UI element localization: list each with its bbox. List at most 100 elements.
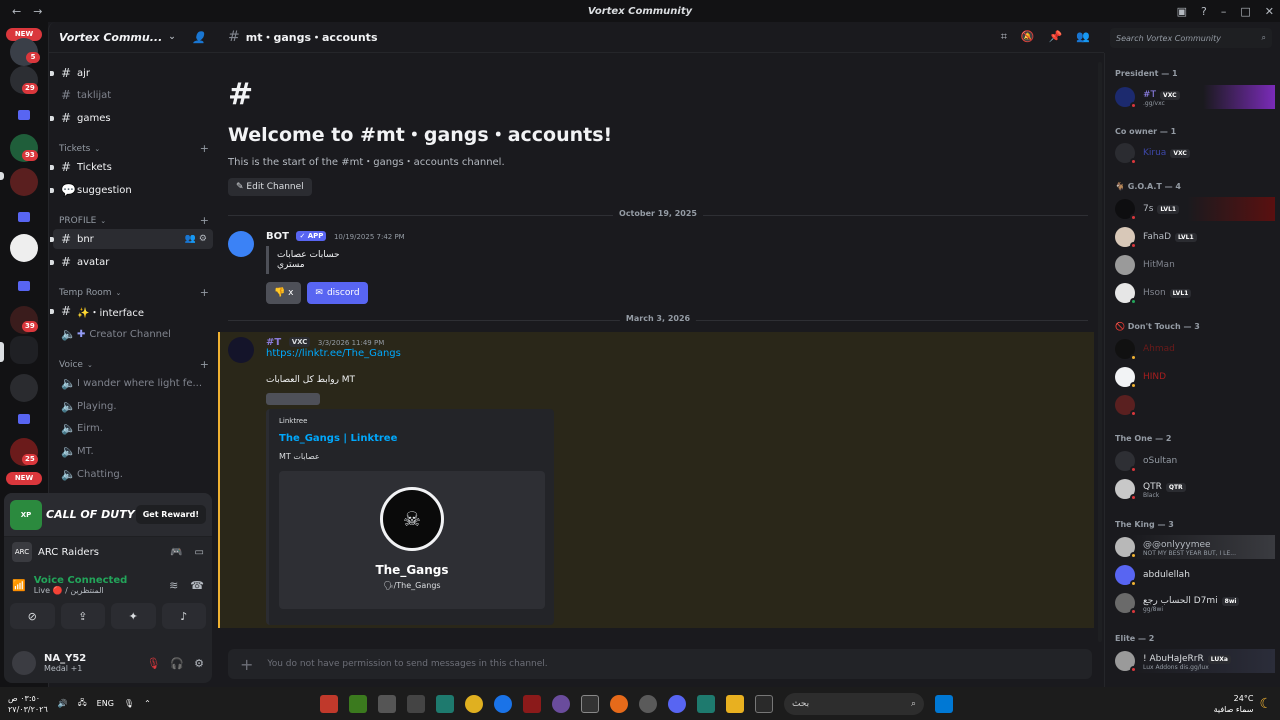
server-header[interactable]: Vortex Commu... ⌄ 👤 [49, 22, 216, 53]
invite-icon[interactable]: 👤 [192, 31, 206, 44]
minimize-icon[interactable]: – [1221, 5, 1227, 18]
member-item[interactable]: oSultan [1115, 449, 1275, 473]
noise-suppression-icon[interactable]: ≋ [169, 579, 178, 592]
channel-interface[interactable]: # ✨・interface [50, 301, 213, 321]
maximize-icon[interactable]: □ [1240, 5, 1250, 18]
mute-bell-icon[interactable]: 🔕 [1021, 30, 1035, 44]
member-item[interactable]: الحساب رجع D7mi 8wi gg/8wi [1115, 591, 1275, 615]
file-explorer-icon[interactable] [726, 694, 744, 713]
close-icon[interactable]: ✕ [1265, 5, 1274, 18]
camera-off-button[interactable]: ⊘ [10, 603, 55, 629]
app-icon[interactable] [581, 694, 599, 713]
mic-muted-icon[interactable]: 🎙 [146, 657, 160, 670]
member-item[interactable]: QTR QTR Black [1115, 477, 1275, 501]
windows-start-icon[interactable] [935, 694, 953, 713]
member-item[interactable]: #T VXC .gg/vxc [1115, 85, 1275, 109]
avatar[interactable] [228, 337, 254, 363]
app-icon[interactable] [320, 694, 338, 713]
add-attachment-icon[interactable]: + [240, 655, 253, 674]
category-tickets[interactable]: Tickets ⌄ + [59, 142, 209, 155]
member-item[interactable]: Ahmad [1115, 337, 1275, 361]
category-voice[interactable]: Voice ⌄ + [59, 358, 209, 371]
disconnect-icon[interactable]: ☎ [190, 579, 204, 592]
member-item[interactable]: abdulellah [1115, 563, 1275, 587]
members-icon[interactable]: 👥 [1076, 30, 1090, 44]
message-composer[interactable]: + You do not have permission to send mes… [228, 649, 1092, 679]
scrollbar[interactable] [1098, 62, 1102, 642]
controller-icon[interactable]: 🎮 [170, 547, 182, 558]
spoiler-block[interactable] [266, 393, 320, 405]
arrow-left-icon[interactable]: ← [12, 5, 21, 18]
member-item[interactable]: HIND [1115, 365, 1275, 389]
language-indicator[interactable]: ENG [97, 699, 114, 708]
settings-gear-icon[interactable]: 👥 ⚙ [185, 234, 207, 244]
category-temp-room[interactable]: Temp Room ⌄ + [59, 286, 209, 299]
member-item[interactable]: ! AbuHaJeRrR LUXa Lux Addons dis.gg/lux [1115, 649, 1275, 673]
gear-icon[interactable]: ⚙ [194, 657, 204, 670]
member-item[interactable]: FahaD LVL1 [1115, 225, 1275, 249]
member-item[interactable] [1115, 393, 1275, 417]
folder-icon[interactable] [18, 281, 30, 291]
threads-icon[interactable]: ⌗ [1001, 30, 1007, 44]
headphones-icon[interactable]: 🎧 [170, 657, 184, 670]
embed-title[interactable]: The_Gangs | Linktree [279, 433, 544, 444]
app-icon[interactable] [465, 694, 483, 713]
edit-channel-button[interactable]: ✎ Edit Channel [228, 178, 312, 196]
voice-channel-wander[interactable]: 🔈 I wander where light fe... [53, 373, 213, 393]
app-icon[interactable] [639, 694, 657, 713]
channel-taklijat[interactable]: # taklijat [53, 85, 213, 105]
voice-channel-eirm[interactable]: 🔈 Eirm. [53, 418, 213, 438]
app-icon[interactable] [552, 694, 570, 713]
soundboard-button[interactable]: ♪ [161, 603, 206, 629]
add-channel-icon[interactable]: + [200, 286, 209, 299]
folder-icon[interactable] [18, 212, 30, 222]
activities-button[interactable]: ✦ [111, 603, 156, 629]
member-item[interactable]: Kirua VXC [1115, 141, 1275, 165]
get-reward-button[interactable]: Get Reward! [135, 505, 206, 524]
voice-channel-chatting[interactable]: 🔈 Chatting. [53, 464, 213, 484]
inbox-icon[interactable]: ▣ [1177, 5, 1187, 18]
activity-row[interactable]: ARC ARC Raiders 🎮 ▭ [4, 537, 212, 567]
server-icon[interactable] [10, 168, 38, 196]
app-icon[interactable] [697, 694, 715, 713]
message-author[interactable]: BOT [266, 231, 289, 242]
screen-share-button[interactable]: ⇪ [60, 603, 105, 629]
server-icon[interactable] [10, 374, 38, 402]
message-author[interactable]: #T [266, 337, 281, 348]
voice-connected-label[interactable]: Voice Connected [34, 575, 128, 586]
channel-tickets[interactable]: # Tickets [50, 157, 213, 177]
network-icon[interactable]: 🖧 [78, 697, 87, 711]
adobe-icon[interactable] [523, 694, 541, 713]
channel-creator[interactable]: 🔈 ✚ Creator Channel [53, 324, 213, 344]
x-button[interactable]: 👎 x [266, 282, 302, 304]
discord-icon[interactable] [668, 694, 686, 713]
search-input[interactable]: Search Vortex Community ⌕ [1110, 28, 1272, 48]
channel-ajr[interactable]: # ajr [50, 63, 213, 83]
folder-icon[interactable] [18, 110, 30, 120]
volume-icon[interactable]: 🔊 [58, 699, 68, 708]
add-channel-icon[interactable]: + [200, 142, 209, 155]
chrome-icon[interactable] [494, 694, 512, 713]
clock-time[interactable]: ٠٣:٥٠ ص [8, 693, 48, 704]
category-profile[interactable]: PROFILE ⌄ + [59, 214, 209, 227]
username[interactable]: NA_Y52 [44, 653, 86, 664]
member-item[interactable]: @@onlyyymee NOT MY BEST YEAR BUT, I LE... [1115, 535, 1275, 559]
add-channel-icon[interactable]: + [200, 358, 209, 371]
add-channel-icon[interactable]: + [200, 214, 209, 227]
embed-image[interactable]: ☠ The_Gangs 🗣/The_Gangs [279, 471, 545, 609]
message-link[interactable]: https://linktr.ee/The_Gangs [266, 348, 828, 359]
arrow-right-icon[interactable]: → [33, 5, 42, 18]
taskbar-search[interactable]: بحث ⌕ [784, 692, 924, 715]
firefox-icon[interactable] [610, 694, 628, 713]
app-icon[interactable] [436, 694, 454, 713]
chevron-up-icon[interactable]: ⌃ [144, 699, 151, 708]
folder-icon[interactable] [18, 414, 30, 424]
server-icon-active[interactable] [10, 336, 38, 364]
microphone-icon[interactable]: 🎙 [124, 699, 134, 708]
pin-icon[interactable]: 📌 [1049, 30, 1063, 44]
voice-channel-playing[interactable]: 🔈 Playing. [53, 396, 213, 416]
mail-icon[interactable] [407, 694, 425, 713]
help-icon[interactable]: ? [1201, 5, 1207, 18]
task-view-icon[interactable] [755, 694, 773, 713]
clock-date[interactable]: ٢٧/٠٣/٢٠٢٦ [8, 704, 48, 715]
